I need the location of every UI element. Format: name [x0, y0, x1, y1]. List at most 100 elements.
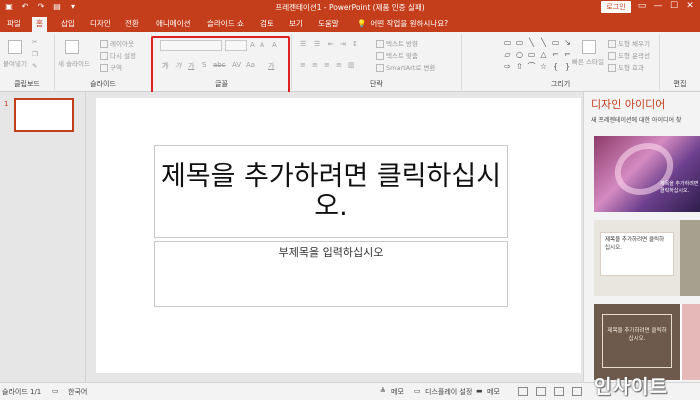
layout-button[interactable]: 레이아웃	[100, 38, 134, 48]
normal-view-icon[interactable]	[518, 387, 528, 396]
shape-option-icon[interactable]: ▭	[526, 49, 537, 60]
shape-option-icon[interactable]: ╲	[538, 37, 549, 48]
text-direction-button[interactable]: 텍스트 방향	[376, 38, 418, 48]
slide-sorter-icon[interactable]	[536, 387, 546, 396]
slideshow-view-icon[interactable]	[572, 387, 582, 396]
bullets-icon[interactable]: ☰	[300, 40, 306, 48]
shape-option-icon[interactable]: ⌐	[550, 49, 561, 60]
comments-icon: ▬	[476, 387, 483, 395]
slides-group-label: 슬라이드	[90, 80, 116, 88]
clipboard-group: 붙여넣기 ✂ ❐ ✎ 클립보드	[0, 34, 55, 90]
shape-fill-label: 도형 채우기	[618, 40, 650, 48]
section-icon	[100, 64, 108, 72]
shape-fill-icon	[608, 40, 616, 48]
title-placeholder[interactable]: 제목을 추가하려면 클릭하십시오.	[154, 145, 508, 238]
shapes-gallery[interactable]: ▭ ▭ ╲ ╲ ▭ ↘ ▱ ○ ▭ △ ⌐ ⌐ ⇨ ⇧ ⌒ ☆{}	[502, 37, 573, 72]
align-text-button[interactable]: 텍스트 맞춤	[376, 50, 418, 60]
tab-file[interactable]: 파일	[3, 17, 25, 32]
columns-icon[interactable]: ▥	[348, 61, 355, 69]
shape-option-icon[interactable]: ▭	[550, 37, 561, 48]
design-idea-card-2[interactable]: 제목을 추가하려면 클릭하십시오.	[594, 220, 700, 296]
slide-count: 슬라이드 1/1	[2, 388, 42, 396]
align-center-icon[interactable]: ≡	[312, 61, 318, 69]
quick-styles-icon[interactable]	[582, 40, 596, 54]
smartart-button[interactable]: SmartArt로 변환	[376, 62, 435, 72]
maximize-icon[interactable]: ☐	[668, 1, 680, 11]
tab-home[interactable]: 홈	[32, 17, 47, 32]
tab-slideshow[interactable]: 슬라이드 쇼	[203, 17, 248, 32]
language-indicator[interactable]: 한국어	[68, 387, 87, 397]
minimize-icon[interactable]: —	[652, 1, 664, 11]
shape-outline-label: 도형 윤곽선	[618, 52, 650, 60]
align-right-icon[interactable]: ≡	[324, 61, 330, 69]
tab-insert[interactable]: 삽입	[57, 17, 79, 32]
shape-fill-button[interactable]: 도형 채우기	[608, 38, 650, 48]
lightbulb-icon: 💡	[357, 19, 367, 28]
comments-button[interactable]: 메모	[487, 387, 500, 397]
format-painter-icon[interactable]: ✎	[32, 62, 37, 70]
new-slide-icon[interactable]	[65, 40, 79, 54]
align-left-icon[interactable]: ≡	[300, 61, 306, 69]
reset-icon	[100, 52, 108, 60]
subtitle-placeholder[interactable]: 부제목을 입력하십시오	[154, 241, 508, 307]
shape-option-icon[interactable]: {	[550, 61, 561, 72]
shape-option-icon[interactable]: ▭	[502, 37, 513, 48]
decrease-indent-icon[interactable]: ⇤	[328, 40, 334, 48]
section-button[interactable]: 구역	[100, 62, 122, 72]
increase-indent-icon[interactable]: ⇥	[340, 40, 346, 48]
tab-help[interactable]: 도움말	[314, 17, 343, 32]
design-ideas-title: 디자인 아이디어	[591, 98, 666, 111]
shape-outline-button[interactable]: 도형 윤곽선	[608, 50, 650, 60]
paste-label[interactable]: 붙여넣기	[3, 58, 27, 68]
clipboard-group-label: 클립보드	[14, 80, 40, 88]
shape-option-icon[interactable]: ↘	[562, 37, 573, 48]
design-idea-card-2-label: 제목을 추가하려면 클릭하십시오.	[600, 232, 674, 276]
editing-group: 편집	[660, 34, 700, 90]
shape-option-icon[interactable]: ╲	[526, 37, 537, 48]
shape-option-icon[interactable]: ⇨	[502, 61, 513, 72]
design-idea-card-3[interactable]: 제목을 추가하려면 클릭하십시오.	[594, 304, 700, 380]
tell-me-search[interactable]: 💡 어떤 작업을 원하시나요?	[357, 18, 448, 29]
shape-option-icon[interactable]: ▱	[502, 49, 513, 60]
spelling-icon[interactable]: ▭	[52, 387, 59, 395]
design-idea-card-3-photo	[682, 304, 700, 380]
tab-design[interactable]: 디자인	[86, 17, 115, 32]
design-ideas-pane: 디자인 아이디어 새 프레젠테이션에 대한 아이디어 찾 제목을 추가하려면 클…	[583, 92, 700, 382]
reset-button[interactable]: 다시 설정	[100, 50, 136, 60]
justify-icon[interactable]: ≡	[336, 61, 342, 69]
notes-button[interactable]: 메모	[391, 387, 404, 397]
shape-option-icon[interactable]: △	[538, 49, 549, 60]
title-bar: ▣ ↶ ↷ ▤ ▾ 프레젠테이션1 - PowerPoint (제품 인증 실패…	[0, 0, 700, 15]
line-spacing-icon[interactable]: ↕	[352, 40, 358, 48]
tab-review[interactable]: 검토	[256, 17, 278, 32]
copy-icon[interactable]: ❐	[32, 50, 38, 58]
numbering-icon[interactable]: ☰	[314, 40, 320, 48]
shape-option-icon[interactable]: ⌒	[526, 61, 537, 72]
design-idea-card-1[interactable]: 제목을 추가하려면 클릭하십시오.	[594, 136, 700, 212]
shape-effects-icon	[608, 64, 616, 72]
shape-option-icon[interactable]: ☆	[538, 61, 549, 72]
reading-view-icon[interactable]	[554, 387, 564, 396]
login-button[interactable]: 로그인	[601, 1, 631, 13]
display-settings-button[interactable]: 디스플레이 설정	[425, 387, 472, 397]
shape-option-icon[interactable]: ⇧	[514, 61, 525, 72]
tab-view[interactable]: 보기	[285, 17, 307, 32]
slides-group: 새 슬라이드 레이아웃 다시 설정 구역 슬라이드	[55, 34, 152, 90]
ribbon-display-icon[interactable]: ▭	[636, 1, 648, 11]
align-text-label: 텍스트 맞춤	[386, 52, 418, 60]
shape-effects-button[interactable]: 도형 효과	[608, 62, 644, 72]
tab-transitions[interactable]: 전환	[121, 17, 143, 32]
new-slide-label[interactable]: 새 슬라이드	[58, 58, 90, 68]
design-ideas-subtitle: 새 프레젠테이션에 대한 아이디어 찾	[591, 117, 682, 124]
paragraph-group: ☰ ☰ ⇤ ⇥ ↕ ≡ ≡ ≡ ≡ ▥ 텍스트 방향 텍스트 맞춤 SmartA…	[292, 34, 462, 90]
tab-animations[interactable]: 애니메이션	[152, 17, 195, 32]
shape-option-icon[interactable]: ○	[514, 49, 525, 60]
slide-thumbnail[interactable]	[14, 98, 74, 132]
paste-icon[interactable]	[8, 40, 22, 54]
cut-icon[interactable]: ✂	[32, 38, 37, 46]
slide-thumbnail-pane: 1	[0, 92, 86, 382]
shape-option-icon[interactable]: ▭	[514, 37, 525, 48]
watermark-logo: 인사이트	[594, 376, 668, 398]
quick-styles-label[interactable]: 빠른 스타일	[572, 58, 606, 66]
close-icon[interactable]: ✕	[684, 1, 696, 11]
